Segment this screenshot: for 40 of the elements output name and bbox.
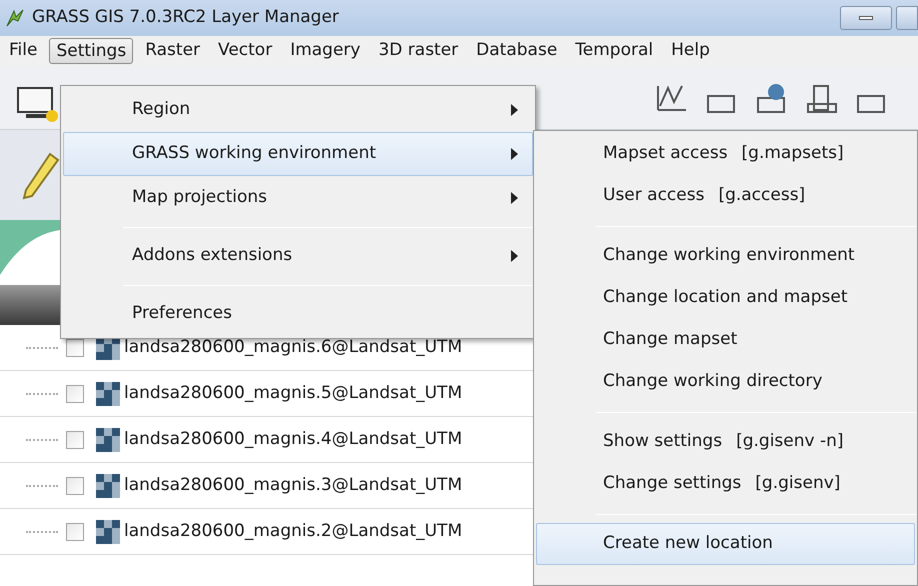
checkbox[interactable] [66,430,84,448]
raster-icon [96,428,120,452]
menu-item[interactable]: Settings [49,38,134,64]
checkbox[interactable] [66,522,84,540]
layer-name[interactable]: landsa280600_magnis.4@Landsat_UTM [124,426,462,452]
maximize-button[interactable] [896,6,918,30]
layer-name[interactable]: landsa280600_magnis.5@Landsat_UTM [124,380,462,406]
layer-name[interactable]: landsa280600_magnis.2@Landsat_UTM [124,518,462,544]
menu-item[interactable]: Change location and mapset [536,277,915,319]
menu-item[interactable]: 3D raster [371,38,466,64]
menu-item[interactable]: Addons extensions [63,234,533,278]
menu-item[interactable]: Change working directory [536,361,915,403]
menu-item[interactable]: Change working environment [536,235,915,277]
menu-item[interactable]: Temporal [568,38,660,64]
menu-item[interactable]: Imagery [283,38,368,64]
menu-item[interactable]: Help [664,38,717,64]
menu-item[interactable]: Database [469,38,564,64]
app-icon [4,7,26,29]
menu-item[interactable]: Change mapset [536,319,915,361]
menu-item[interactable]: Mapset access [g.mapsets] [536,133,915,175]
checkbox[interactable] [66,476,84,494]
minimize-button[interactable] [840,6,892,30]
menu-item[interactable]: Show settings [g.gisenv -n] [536,421,915,463]
menu-item[interactable]: File [2,38,44,64]
raster-icon [96,382,120,406]
layer-name[interactable]: landsa280600_magnis.6@Landsat_UTM [124,334,462,360]
menu-item[interactable]: Vector [211,38,280,64]
menu-item[interactable]: Map projections [63,176,533,220]
layer-name[interactable]: landsa280600_magnis.3@Landsat_UTM [124,472,462,498]
menu-item[interactable]: Raster [138,38,208,64]
window-title: GRASS GIS 7.0.3RC2 Layer Manager [32,6,339,30]
raster-icon [96,474,120,498]
menu-item[interactable]: User access [g.access] [536,175,915,217]
menu-item[interactable]: Change settings [g.gisenv] [536,463,915,505]
menu-item[interactable]: Create new location [536,523,915,565]
checkbox[interactable] [66,338,84,356]
raster-icon [96,520,120,544]
menu-item[interactable]: Preferences [63,292,533,336]
menu-item[interactable]: GRASS working environment [63,132,533,176]
checkbox[interactable] [66,384,84,402]
